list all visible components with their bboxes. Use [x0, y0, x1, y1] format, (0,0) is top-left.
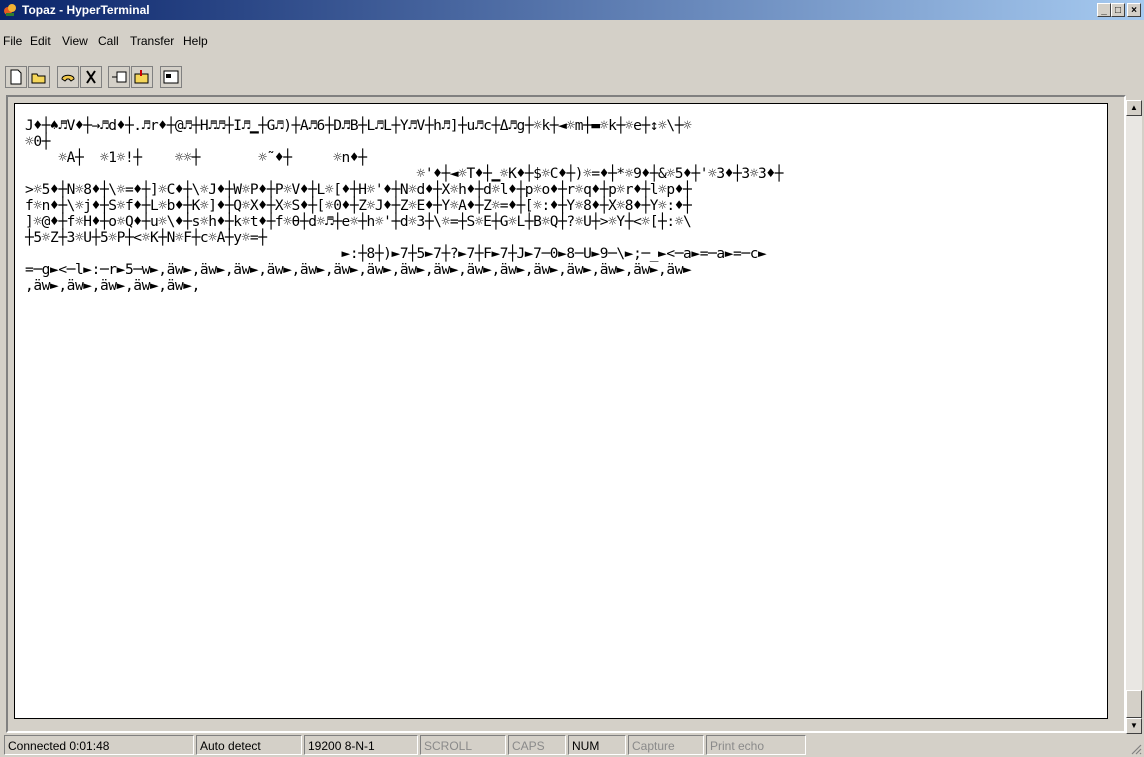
terminal-screen[interactable]: J♦┼♠♬V♦┼→♬d♦┼.♬r♦┼@♬┼H♬♬┼I♬▁┼G♬)┼A♬6┼D♬B…: [14, 103, 1108, 719]
toolbar: [0, 62, 1144, 90]
status-detect: Auto detect: [196, 735, 302, 755]
scroll-up-button[interactable]: ▲: [1126, 100, 1142, 116]
scroll-thumb[interactable]: [1126, 690, 1142, 718]
terminal-output: J♦┼♠♬V♦┼→♬d♦┼.♬r♦┼@♬┼H♬♬┼I♬▁┼G♬)┼A♬6┼D♬B…: [25, 118, 784, 294]
menu-help[interactable]: Help: [183, 34, 208, 48]
menu-edit[interactable]: Edit: [30, 34, 51, 48]
status-scroll: SCROLL: [420, 735, 506, 755]
close-button[interactable]: ×: [1127, 3, 1141, 17]
menu-call[interactable]: Call: [98, 34, 119, 48]
receive-icon: [134, 70, 149, 84]
status-connected: Connected 0:01:48: [4, 735, 194, 755]
hyperterminal-app-icon: [4, 4, 16, 16]
dial-button[interactable]: [57, 66, 79, 88]
disconnect-icon: [86, 70, 96, 84]
title-bar[interactable]: Topaz - HyperTerminal _ □ ×: [0, 0, 1144, 20]
resize-grip-icon[interactable]: [1130, 743, 1142, 755]
open-button[interactable]: [28, 66, 50, 88]
menu-view[interactable]: View: [62, 34, 88, 48]
dial-icon: [61, 74, 75, 82]
status-caps: CAPS: [508, 735, 566, 755]
properties-icon: [163, 70, 179, 84]
status-bar: Connected 0:01:48 Auto detect 19200 8-N-…: [0, 735, 1144, 757]
receive-button[interactable]: [131, 66, 153, 88]
window-title: Topaz - HyperTerminal: [22, 3, 150, 17]
menu-bar: File Edit View Call Transfer Help: [0, 34, 1144, 54]
new-connection-button[interactable]: [5, 66, 27, 88]
minimize-button[interactable]: _: [1097, 3, 1111, 17]
status-num: NUM: [568, 735, 626, 755]
disconnect-button[interactable]: [80, 66, 102, 88]
properties-button[interactable]: [160, 66, 182, 88]
send-button[interactable]: [108, 66, 130, 88]
open-icon: [31, 73, 46, 84]
status-port: 19200 8-N-1: [304, 735, 418, 755]
new-icon: [10, 69, 22, 85]
send-icon: [112, 71, 127, 83]
menu-transfer[interactable]: Transfer: [130, 34, 174, 48]
scroll-down-button[interactable]: ▼: [1126, 718, 1142, 734]
menu-file[interactable]: File: [3, 34, 22, 48]
vertical-scrollbar[interactable]: ▲ ▼: [1126, 100, 1142, 734]
status-print-echo: Print echo: [706, 735, 806, 755]
status-capture: Capture: [628, 735, 704, 755]
maximize-button[interactable]: □: [1111, 3, 1125, 17]
